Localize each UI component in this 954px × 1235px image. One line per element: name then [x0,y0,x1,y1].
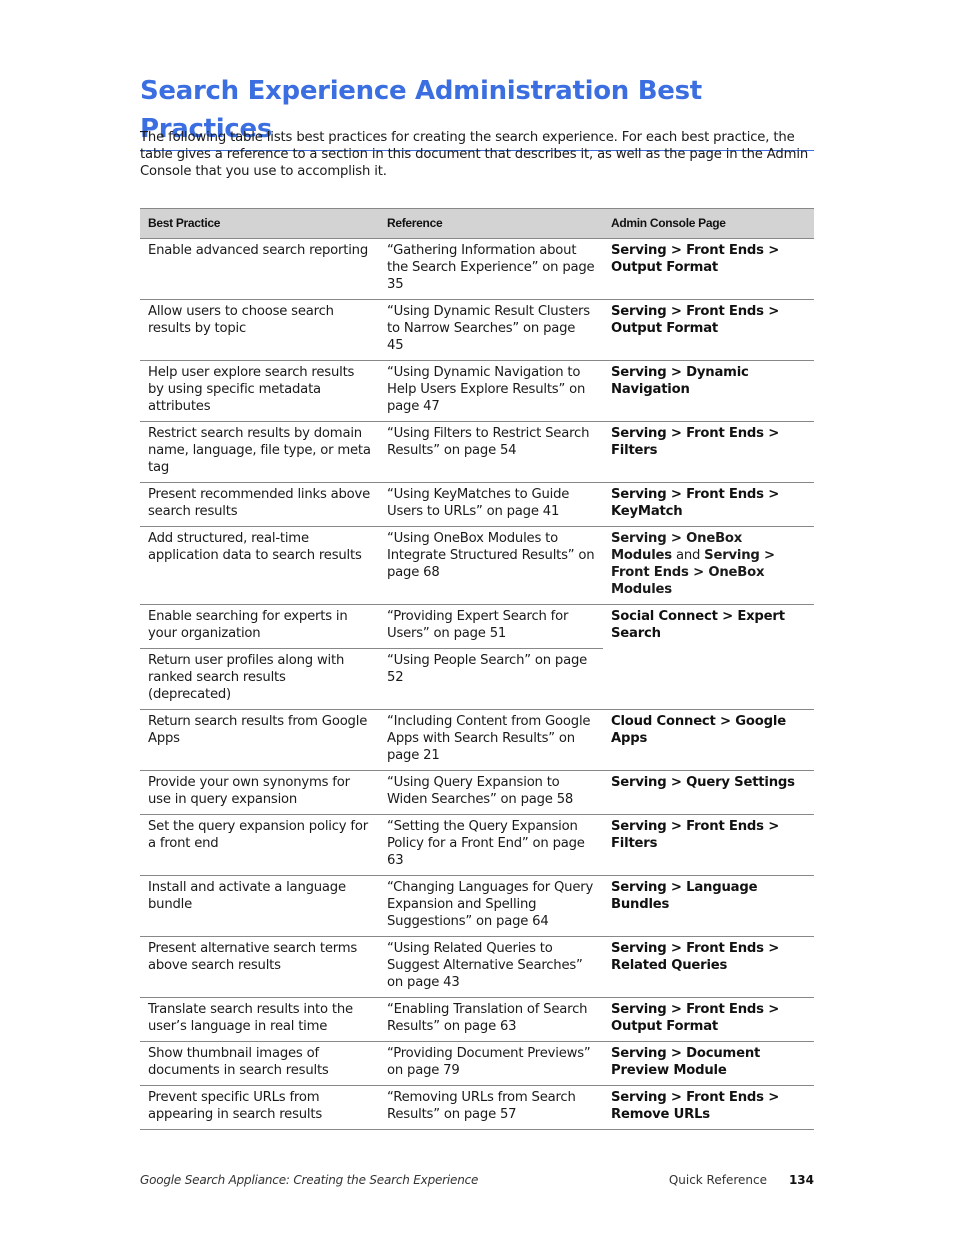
practice-cell: Present alternative search terms above s… [140,936,379,998]
console-page-cell: Serving > Front Ends > Output Format [603,238,814,300]
console-page-cell: Serving > Front Ends > Filters [603,814,814,876]
footer-document-title: Google Search Appliance: Creating the Se… [140,1173,479,1187]
console-page-cell: Serving > Front Ends > KeyMatch [603,482,814,527]
reference-cell: “Providing Document Previews” on page 79 [379,1041,603,1086]
practice-cell: Install and activate a language bundle [140,875,379,937]
footer-section-name: Quick Reference [668,1173,767,1187]
table-row: Prevent specific URLs from appearing in … [140,1085,814,1130]
footer-page-number: 134 [788,1173,814,1187]
reference-cell: “Using OneBox Modules to Integrate Struc… [379,526,603,605]
intro-paragraph: The following table lists best practices… [140,130,809,179]
console-page-cell: Serving > OneBox Modules and Serving > F… [603,526,814,605]
table-row: Present alternative search terms above s… [140,936,814,998]
practice-cell: Enable searching for experts in your org… [140,604,379,649]
reference-cell: “Gathering Information about the Search … [379,238,603,300]
table-row: Show thumbnail images of documents in se… [140,1041,814,1086]
practice-cell: Restrict search results by domain name, … [140,421,379,483]
reference-cell: “Using Dynamic Result Clusters to Narrow… [379,299,603,361]
table-row: Set the query expansion policy for a fro… [140,814,814,876]
console-page-cell: Serving > Front Ends > Related Queries [603,936,814,998]
reference-cell: “Removing URLs from Search Results” on p… [379,1085,603,1130]
practice-cell: Show thumbnail images of documents in se… [140,1041,379,1086]
console-page-cell: Serving > Front Ends > Output Format [603,299,814,361]
reference-cell: “Including Content from Google Apps with… [379,709,603,771]
reference-cell: “Using KeyMatches to Guide Users to URLs… [379,482,603,527]
table-row: Enable advanced search reporting “Gather… [140,238,814,300]
header-admin-console-page: Admin Console Page [603,208,814,239]
reference-cell: “Using Filters to Restrict Search Result… [379,421,603,483]
practice-cell: Return user profiles along with ranked s… [140,648,379,710]
practice-cell: Set the query expansion policy for a fro… [140,814,379,876]
practice-cell: Translate search results into the user’s… [140,997,379,1042]
table-row: Present recommended links above search r… [140,482,814,527]
reference-cell: “Using Related Queries to Suggest Altern… [379,936,603,998]
console-page-cell: Social Connect > Expert Search [603,604,814,710]
reference-cell: “Providing Expert Search for Users” on p… [379,604,603,649]
table-row: Add structured, real-time application da… [140,526,814,605]
reference-cell: “Changing Languages for Query Expansion … [379,875,603,937]
table-row: Translate search results into the user’s… [140,997,814,1042]
console-page-cell: Serving > Front Ends > Output Format [603,997,814,1042]
console-page-cell: Serving > Language Bundles [603,875,814,937]
practice-cell: Add structured, real-time application da… [140,526,379,605]
console-page-cell: Cloud Connect > Google Apps [603,709,814,771]
practice-cell: Enable advanced search reporting [140,238,379,300]
reference-cell: “Setting the Query Expansion Policy for … [379,814,603,876]
table-row: Allow users to choose search results by … [140,299,814,361]
table-row: Return search results from Google Apps “… [140,709,814,771]
header-reference: Reference [379,208,603,239]
practice-cell: Prevent specific URLs from appearing in … [140,1085,379,1130]
console-page-cell: Serving > Document Preview Module [603,1041,814,1086]
table-header-row: Best Practice Reference Admin Console Pa… [140,208,814,239]
console-page-cell: Serving > Query Settings [603,770,814,815]
console-page-cell: Serving > Dynamic Navigation [603,360,814,422]
best-practices-table: Best Practice Reference Admin Console Pa… [140,208,814,1130]
practice-cell: Return search results from Google Apps [140,709,379,771]
table-row: Restrict search results by domain name, … [140,421,814,483]
reference-cell: “Enabling Translation of Search Results”… [379,997,603,1042]
table-row: Enable searching for experts in your org… [140,604,814,710]
conjunction-text: and [675,548,701,563]
header-best-practice: Best Practice [140,208,379,239]
console-page-cell: Serving > Front Ends > Filters [603,421,814,483]
console-page-cell: Serving > Front Ends > Remove URLs [603,1085,814,1130]
practice-cell: Allow users to choose search results by … [140,299,379,361]
reference-cell: “Using People Search” on page 52 [379,648,603,710]
practice-cell: Help user explore search results by usin… [140,360,379,422]
table-row: Install and activate a language bundle “… [140,875,814,937]
table-row: Help user explore search results by usin… [140,360,814,422]
practice-cell: Provide your own synonyms for use in que… [140,770,379,815]
practice-cell: Present recommended links above search r… [140,482,379,527]
reference-cell: “Using Query Expansion to Widen Searches… [379,770,603,815]
table-row: Provide your own synonyms for use in que… [140,770,814,815]
reference-cell: “Using Dynamic Navigation to Help Users … [379,360,603,422]
